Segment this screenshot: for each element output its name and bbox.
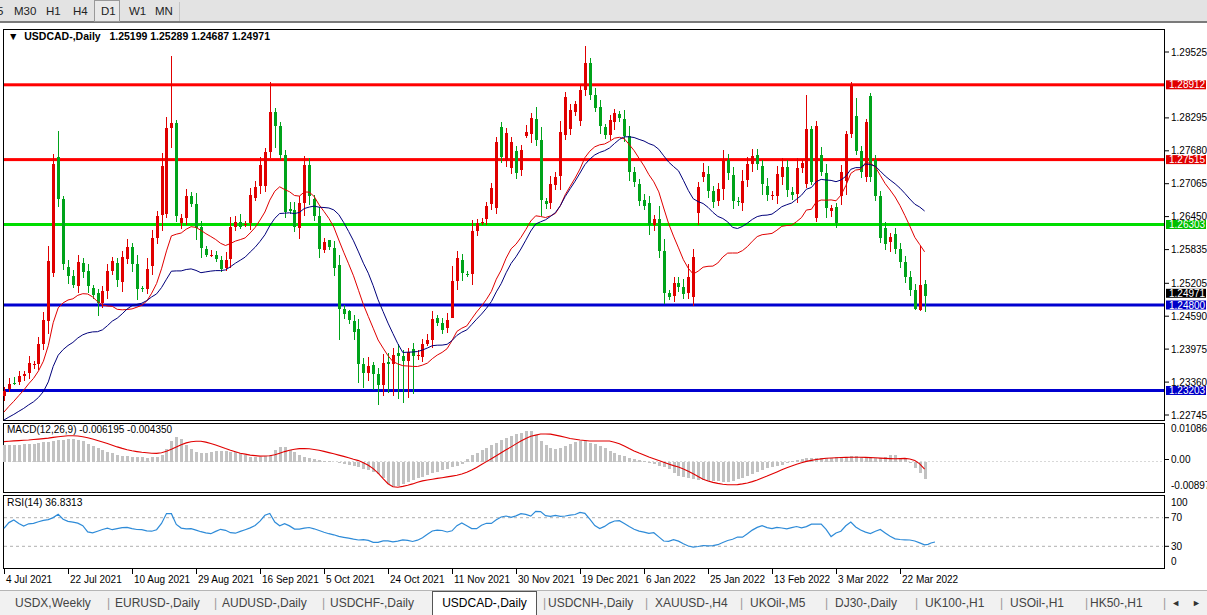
svg-text:1.24800: 1.24800 [1169, 300, 1206, 311]
svg-text:3 Mar 2022: 3 Mar 2022 [838, 574, 889, 585]
svg-text:MACD(12,26,9) -0.006195 -0.004: MACD(12,26,9) -0.006195 -0.004350 [7, 424, 173, 435]
svg-text:4 Jul 2021: 4 Jul 2021 [6, 574, 53, 585]
svg-text:13 Feb 2022: 13 Feb 2022 [774, 574, 831, 585]
svg-text:1.24971: 1.24971 [1169, 288, 1206, 299]
svg-text:11 Nov 2021: 11 Nov 2021 [454, 574, 510, 585]
svg-text:1.24590: 1.24590 [1171, 311, 1207, 322]
svg-text:1.26303: 1.26303 [1169, 219, 1206, 230]
svg-text:0: 0 [1171, 556, 1177, 567]
svg-text:1.23203: 1.23203 [1169, 385, 1206, 396]
svg-text:5 Oct 2021: 5 Oct 2021 [326, 574, 375, 585]
svg-text:70: 70 [1171, 512, 1183, 523]
svg-text:10 Aug 2021: 10 Aug 2021 [134, 574, 191, 585]
svg-text:30 Nov 2021: 30 Nov 2021 [518, 574, 575, 585]
svg-text:22 Mar 2022: 22 Mar 2022 [902, 574, 959, 585]
svg-text:22 Jul 2021: 22 Jul 2021 [70, 574, 122, 585]
svg-text:1.28912: 1.28912 [1169, 79, 1206, 90]
svg-text:-0.008974: -0.008974 [1171, 480, 1207, 491]
svg-text:24 Oct 2021: 24 Oct 2021 [390, 574, 445, 585]
svg-text:19 Dec 2021: 19 Dec 2021 [582, 574, 639, 585]
svg-text:6 Jan 2022: 6 Jan 2022 [646, 574, 696, 585]
svg-text:RSI(14) 36.8313: RSI(14) 36.8313 [7, 497, 83, 508]
svg-text:1.27065: 1.27065 [1171, 178, 1207, 189]
svg-text:1.27515: 1.27515 [1169, 154, 1206, 165]
svg-text:1.25835: 1.25835 [1171, 244, 1207, 255]
svg-text:1.23975: 1.23975 [1171, 344, 1207, 355]
svg-text:▼ USDCAD-,Daily 1.25199 1.2: ▼ USDCAD-,Daily 1.25199 1.25289 1.24687 … [8, 30, 270, 42]
svg-text:1.28295: 1.28295 [1171, 112, 1207, 123]
svg-text:25 Jan 2022: 25 Jan 2022 [710, 574, 765, 585]
svg-text:1.29525: 1.29525 [1171, 47, 1207, 58]
svg-text:1.22745: 1.22745 [1171, 410, 1207, 421]
svg-text:100: 100 [1171, 497, 1188, 508]
svg-text:0.00: 0.00 [1171, 454, 1191, 465]
svg-text:29 Aug 2021: 29 Aug 2021 [198, 574, 255, 585]
svg-text:30: 30 [1171, 541, 1183, 552]
svg-text:16 Sep 2021: 16 Sep 2021 [262, 574, 319, 585]
svg-text:0.010869: 0.010869 [1171, 423, 1207, 434]
